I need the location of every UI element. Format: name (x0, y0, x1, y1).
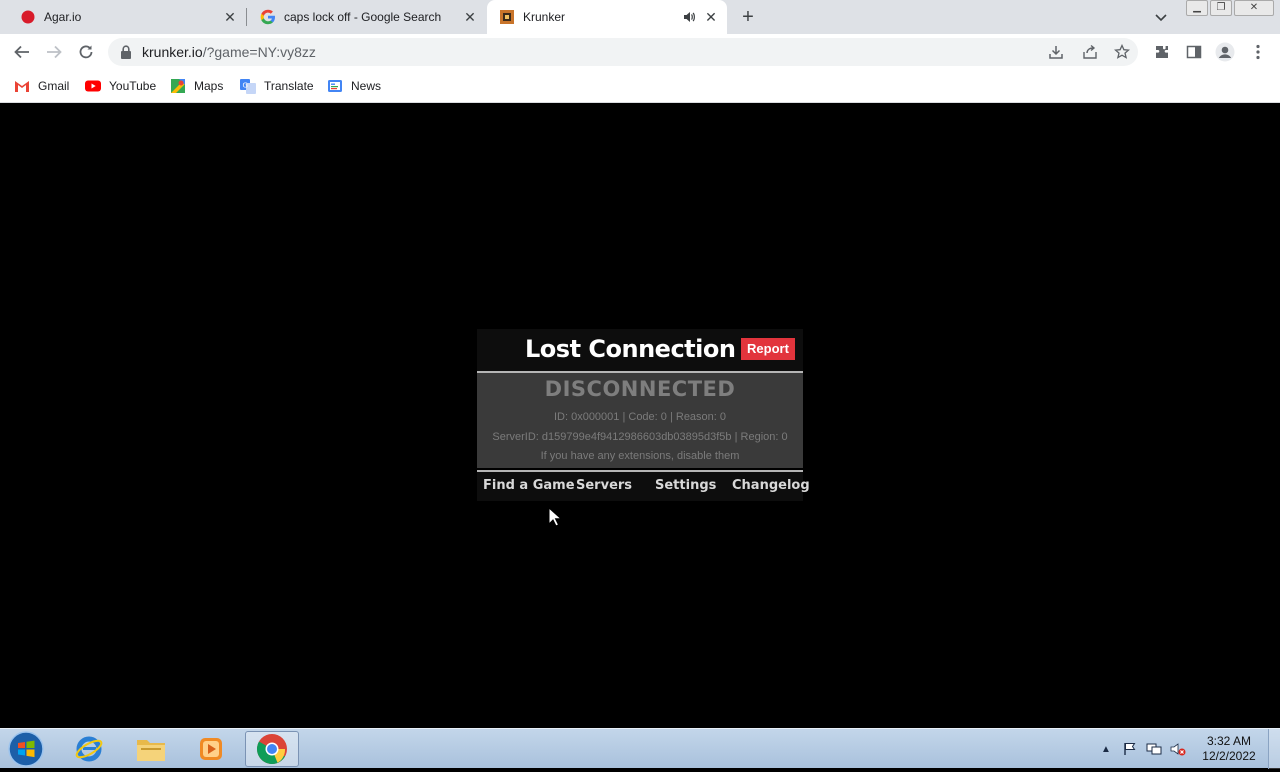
report-button[interactable]: Report (741, 338, 795, 360)
extensions-hint: If you have any extensions, disable them (540, 450, 740, 462)
internet-explorer-icon[interactable] (62, 731, 116, 767)
agar-icon (20, 9, 36, 25)
reload-icon[interactable] (76, 42, 96, 62)
disconnected-status: DISCONNECTED (544, 377, 736, 401)
bookmark-maps[interactable]: Maps (170, 76, 223, 96)
bookmarks-bar: Gmail YouTube Maps G Translate News (0, 70, 1280, 103)
restore-button[interactable]: ❐ (1210, 0, 1232, 16)
lock-icon[interactable] (120, 45, 132, 64)
maps-icon (170, 78, 186, 94)
media-player-icon[interactable] (184, 731, 238, 767)
star-icon[interactable] (1113, 43, 1131, 60)
volume-muted-icon[interactable] (1170, 741, 1186, 757)
error-id-line: ID: 0x000001 | Code: 0 | Reason: 0 (553, 411, 727, 423)
tab-strip: Agar.io ✕ caps lock off - Google Search … (0, 0, 1280, 34)
bookmark-translate[interactable]: G Translate (240, 76, 314, 96)
bookmark-news[interactable]: News (327, 76, 381, 96)
minimize-button[interactable]: ▁ (1186, 0, 1208, 16)
extensions-icon[interactable] (1152, 42, 1172, 62)
forward-icon[interactable] (44, 42, 64, 62)
settings-link[interactable]: Settings (655, 478, 716, 493)
network-icon[interactable] (1146, 741, 1162, 757)
dialog-footer: Find a Game Servers Settings Changelog (477, 472, 810, 501)
google-icon (260, 9, 276, 25)
close-icon[interactable]: ✕ (222, 9, 238, 25)
tab-google-search[interactable]: caps lock off - Google Search ✕ (248, 0, 486, 34)
menu-icon[interactable] (1248, 42, 1268, 62)
profile-icon[interactable] (1215, 42, 1235, 62)
tab-title: caps lock off - Google Search (284, 10, 442, 24)
close-icon[interactable]: ✕ (462, 9, 478, 25)
close-window-button[interactable]: ✕ (1234, 0, 1274, 16)
back-icon[interactable] (12, 42, 32, 62)
action-center-flag-icon[interactable] (1122, 741, 1138, 757)
chevron-down-icon[interactable] (1152, 8, 1170, 26)
bookmark-youtube[interactable]: YouTube (85, 76, 156, 96)
file-explorer-icon[interactable] (124, 731, 178, 767)
browser-chrome: Agar.io ✕ caps lock off - Google Search … (0, 0, 1280, 103)
side-panel-icon[interactable] (1184, 42, 1204, 62)
tab-krunker[interactable]: Krunker ✕ (487, 0, 727, 34)
dialog-title: Lost Connection (525, 335, 736, 363)
show-hidden-icons-icon[interactable]: ▲ (1098, 741, 1114, 757)
changelog-link[interactable]: Changelog (732, 478, 810, 493)
mouse-cursor-icon (548, 506, 563, 532)
chrome-icon[interactable] (245, 731, 299, 767)
server-id-line: ServerID: d159799e4f9412986603db03895d3f… (492, 431, 788, 443)
news-icon (327, 78, 343, 94)
windows-taskbar: ▲ 3:32 AM 12/2/2022 (0, 728, 1280, 769)
close-icon[interactable]: ✕ (703, 9, 719, 25)
servers-link[interactable]: Servers (576, 478, 632, 493)
clock-date: 12/2/2022 (1202, 749, 1256, 763)
find-game-link[interactable]: Find a Game (483, 478, 575, 493)
system-clock[interactable]: 3:32 AM 12/2/2022 (1196, 734, 1262, 764)
browser-toolbar: krunker.io/?game=NY:vy8zz (0, 34, 1280, 70)
dialog-body: DISCONNECTED ID: 0x000001 | Code: 0 | Re… (477, 373, 803, 468)
share-icon[interactable] (1082, 44, 1098, 60)
speaker-icon[interactable] (681, 9, 697, 25)
tab-title: Agar.io (44, 10, 82, 24)
address-bar[interactable]: krunker.io/?game=NY:vy8zz (108, 38, 1138, 66)
tab-agar[interactable]: Agar.io ✕ (8, 0, 247, 34)
install-icon[interactable] (1048, 44, 1064, 60)
show-desktop-button[interactable] (1268, 729, 1280, 769)
start-button[interactable] (6, 731, 46, 767)
game-viewport[interactable]: Lost Connection Report DISCONNECTED ID: … (0, 103, 1280, 728)
dialog-header: Lost Connection Report (477, 329, 803, 371)
url-text: krunker.io/?game=NY:vy8zz (142, 44, 316, 60)
clock-time: 3:32 AM (1206, 734, 1252, 748)
tab-title: Krunker (523, 10, 566, 24)
svg-text:G: G (243, 82, 248, 90)
krunker-icon (499, 9, 515, 25)
bookmark-gmail[interactable]: Gmail (14, 76, 69, 96)
window-controls: ▁ ❐ ✕ (1184, 0, 1274, 16)
youtube-icon (85, 78, 101, 94)
translate-icon: G (240, 78, 256, 94)
lost-connection-dialog: Lost Connection Report DISCONNECTED ID: … (477, 329, 810, 501)
new-tab-button[interactable]: + (738, 7, 758, 27)
gmail-icon (14, 78, 30, 94)
